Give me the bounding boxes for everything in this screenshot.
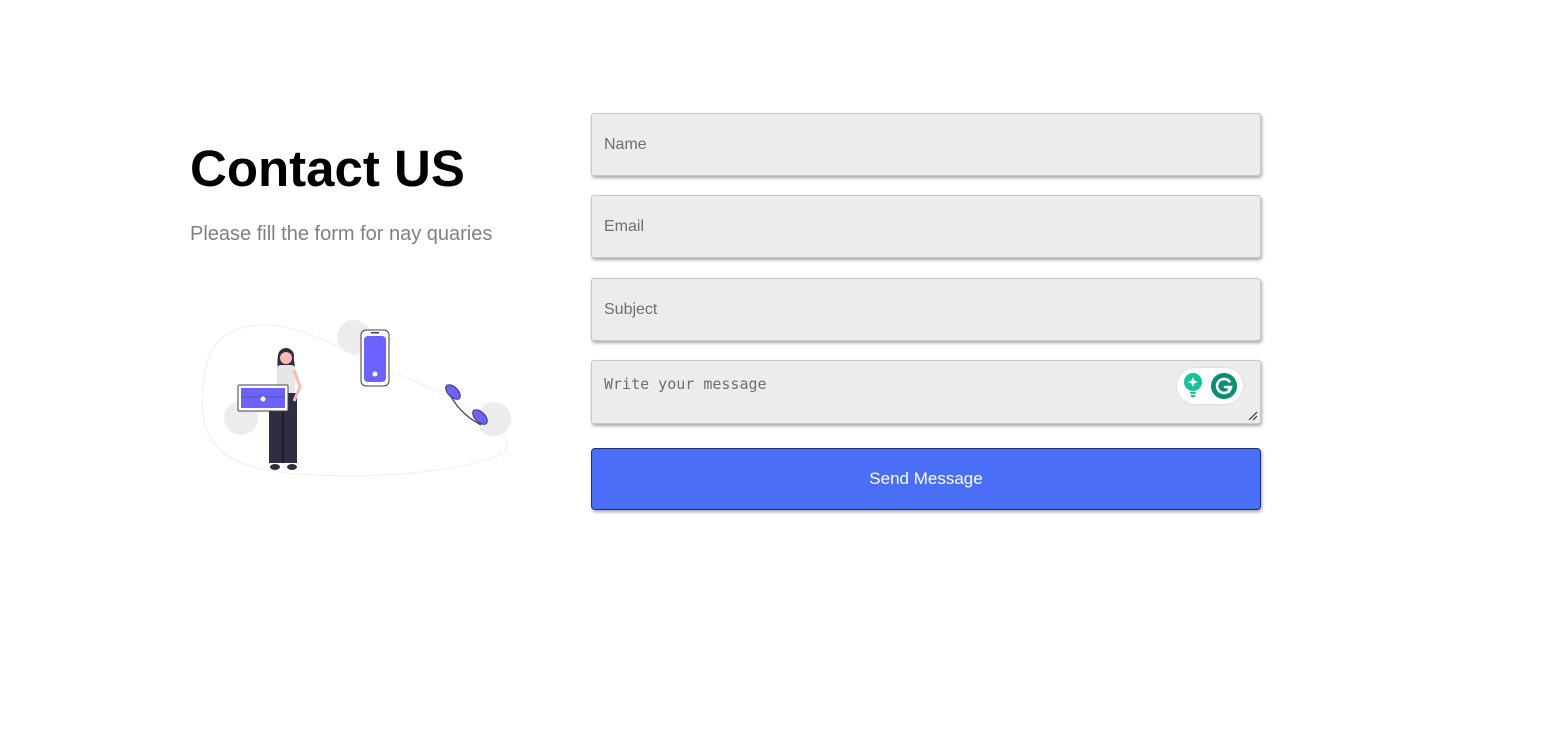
contact-page: Contact US Please fill the form for nay …: [0, 0, 1561, 739]
telephone-handset-icon: [445, 384, 488, 426]
subject-input[interactable]: [591, 278, 1261, 341]
page-title: Contact US: [190, 140, 465, 197]
grammarly-logo-icon[interactable]: [1210, 372, 1238, 400]
contact-illustration: [196, 315, 518, 481]
contact-intro: Contact US Please fill the form for nay …: [190, 138, 530, 246]
message-field-wrapper: [591, 360, 1261, 424]
email-input[interactable]: [591, 195, 1261, 258]
laptop-icon: [237, 384, 289, 412]
resize-handle-icon[interactable]: [1248, 411, 1258, 421]
name-input[interactable]: [591, 113, 1261, 176]
grammarly-suggestion-icon[interactable]: [1182, 372, 1204, 400]
contact-form: Send Message: [591, 113, 1261, 510]
grammarly-widget[interactable]: [1177, 368, 1243, 404]
smartphone-icon: [360, 329, 390, 387]
message-textarea[interactable]: [591, 360, 1261, 424]
page-subtitle: Please fill the form for nay quaries: [190, 223, 493, 245]
send-message-button[interactable]: Send Message: [591, 448, 1261, 510]
